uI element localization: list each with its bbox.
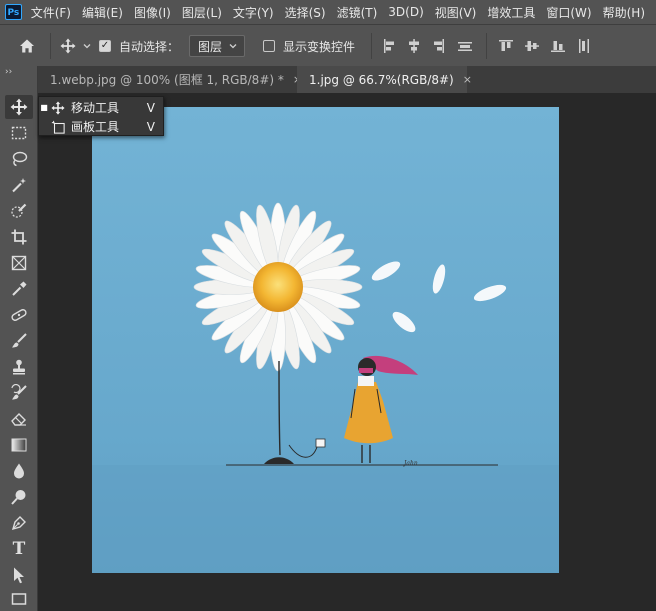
clone-stamp-icon xyxy=(13,359,25,375)
eraser-tool[interactable] xyxy=(5,407,33,431)
menu-help[interactable]: 帮助(H) xyxy=(603,4,645,21)
blur-drop-icon xyxy=(14,463,24,479)
document-tab-title: 1.webp.jpg @ 100% (图框 1, RGB/8#) * xyxy=(50,73,284,87)
move-icon xyxy=(49,100,67,115)
flyout-item-move-tool[interactable]: ■ 移动工具 V xyxy=(39,98,163,117)
rectangle-tool[interactable] xyxy=(5,587,33,611)
crop-tool[interactable] xyxy=(5,225,33,249)
flyout-item-shortcut: V xyxy=(146,119,155,134)
artboard-icon xyxy=(49,120,67,134)
flyout-item-artboard-tool[interactable]: 画板工具 V xyxy=(39,117,163,136)
auto-select-target-dropdown[interactable]: 图层 xyxy=(189,35,246,57)
options-bar: ✓ 自动选择： 图层 显示变换控件 xyxy=(0,24,656,67)
flyout-item-label: 画板工具 xyxy=(71,120,120,134)
dodge-tool[interactable] xyxy=(5,485,33,509)
healing-brush-icon xyxy=(11,309,27,321)
canvas-workspace[interactable]: Jahn xyxy=(38,93,656,611)
daisy-center xyxy=(253,262,303,312)
menu-window[interactable]: 窗口(W) xyxy=(546,4,591,21)
selected-bullet-icon: ■ xyxy=(40,103,48,112)
flyout-item-shortcut: V xyxy=(146,100,155,115)
path-selection-arrow-icon xyxy=(14,567,24,584)
photoshop-logo[interactable]: Ps xyxy=(5,4,22,20)
move-icon xyxy=(60,38,76,54)
gradient-tool[interactable] xyxy=(5,433,33,457)
flyout-item-label: 移动工具 xyxy=(71,101,120,115)
auto-select-target-value: 图层 xyxy=(198,39,223,54)
move-icon xyxy=(10,98,28,116)
canvas-artwork: Jahn xyxy=(92,107,559,573)
history-brush-tool[interactable] xyxy=(5,381,33,405)
auto-select-label: 自动选择： xyxy=(119,39,180,54)
distribute-horizontal-icon[interactable] xyxy=(450,38,480,54)
menu-layer[interactable]: 图层(L) xyxy=(182,4,222,21)
healing-brush-tool[interactable] xyxy=(5,303,33,327)
frame-icon xyxy=(11,255,27,271)
menu-3d[interactable]: 3D(D) xyxy=(388,5,423,19)
align-right-icon[interactable] xyxy=(426,38,450,54)
separator xyxy=(50,33,51,59)
lasso-tool[interactable] xyxy=(5,147,33,171)
move-tool-preset-picker[interactable] xyxy=(57,38,95,54)
quick-selection-tool[interactable] xyxy=(5,199,33,223)
move-tool-flyout-menu: ■ 移动工具 V 画板工具 V xyxy=(38,96,164,136)
path-selection-tool[interactable] xyxy=(5,563,33,587)
align-top-icon[interactable] xyxy=(493,38,519,54)
show-transform-checkbox[interactable] xyxy=(263,40,276,52)
menu-plugins[interactable]: 增效工具 xyxy=(487,4,535,21)
artist-signature: Jahn xyxy=(402,460,418,467)
tools-panel: ›› T xyxy=(0,66,38,611)
document-tab-strip: 1.webp.jpg @ 100% (图框 1, RGB/8#) * × 1.j… xyxy=(38,66,656,93)
menu-select[interactable]: 选择(S) xyxy=(285,4,326,21)
align-horizontal-center-icon[interactable] xyxy=(402,38,426,54)
pen-tool[interactable] xyxy=(5,511,33,535)
align-left-icon[interactable] xyxy=(378,38,402,54)
menu-image[interactable]: 图像(I) xyxy=(134,4,171,21)
menu-view[interactable]: 视图(V) xyxy=(435,4,477,21)
blur-tool[interactable] xyxy=(5,459,33,483)
home-icon[interactable] xyxy=(10,38,44,54)
dodge-icon xyxy=(11,490,26,505)
magic-wand-tool[interactable] xyxy=(5,173,33,197)
menu-bar: Ps 文件(F) 编辑(E) 图像(I) 图层(L) 文字(Y) 选择(S) 滤… xyxy=(0,0,656,24)
lasso-icon xyxy=(12,151,28,167)
document-tab[interactable]: 1.webp.jpg @ 100% (图框 1, RGB/8#) * × xyxy=(38,66,302,93)
move-tool[interactable] xyxy=(5,95,33,119)
eyedropper-tool[interactable] xyxy=(5,277,33,301)
rectangle-shape-icon xyxy=(11,593,27,605)
separator xyxy=(371,33,373,59)
document-tab-title: 1.jpg @ 66.7%(RGB/8#) xyxy=(309,72,454,87)
eraser-icon xyxy=(11,413,26,426)
show-transform-label: 显示变换控件 xyxy=(283,39,356,54)
chevron-down-icon xyxy=(229,44,237,49)
pen-icon xyxy=(11,516,26,531)
quick-selection-icon xyxy=(11,203,27,218)
brush-tool[interactable] xyxy=(5,329,33,353)
gradient-icon xyxy=(11,438,27,452)
document-tab-active[interactable]: 1.jpg @ 66.7%(RGB/8#) × xyxy=(297,66,472,93)
panel-collapse-icon[interactable]: ›› xyxy=(5,67,12,77)
chevron-down-icon xyxy=(83,44,91,49)
magic-wand-icon xyxy=(12,178,26,193)
close-icon[interactable]: × xyxy=(463,73,472,86)
clone-stamp-tool[interactable] xyxy=(5,355,33,379)
history-brush-icon xyxy=(11,384,27,400)
menu-type[interactable]: 文字(Y) xyxy=(233,4,274,21)
separator xyxy=(486,33,488,59)
menu-edit[interactable]: 编辑(E) xyxy=(82,4,123,21)
align-bottom-icon[interactable] xyxy=(545,38,571,54)
frame-tool[interactable] xyxy=(5,251,33,275)
auto-select-checkbox[interactable]: ✓ xyxy=(99,40,111,52)
align-vertical-center-icon[interactable] xyxy=(519,38,545,54)
marquee-tool[interactable] xyxy=(5,121,33,145)
menu-filter[interactable]: 滤镜(T) xyxy=(337,4,378,21)
eyedropper-icon xyxy=(12,281,27,296)
rectangular-marquee-icon xyxy=(11,126,27,140)
brush-icon xyxy=(12,333,27,348)
type-tool[interactable]: T xyxy=(5,537,33,561)
distribute-vertical-icon[interactable] xyxy=(571,38,597,54)
crop-icon xyxy=(11,229,27,245)
menu-file[interactable]: 文件(F) xyxy=(31,4,71,21)
